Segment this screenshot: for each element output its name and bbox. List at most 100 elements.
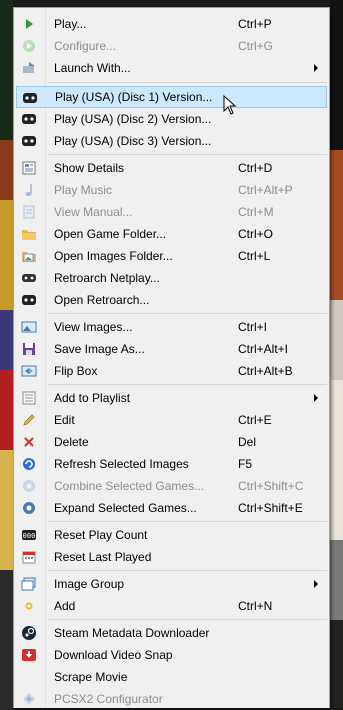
menu-item-label: Reset Last Played [54, 550, 152, 564]
expand-icon [21, 500, 37, 516]
steam-icon [21, 625, 37, 641]
menu-item-play-music[interactable]: Play Music Ctrl+Alt+P [16, 179, 327, 201]
menu-item-label: Launch With... [54, 61, 131, 75]
menu-separator [48, 82, 327, 83]
menu-item-label: Add to Playlist [54, 391, 131, 405]
details-icon [21, 160, 37, 176]
menu-item-add[interactable]: Add Ctrl+N [16, 595, 327, 617]
menu-item-play-disc-3[interactable]: Play (USA) (Disc 3) Version... [16, 130, 327, 152]
menu-item-save-image-as[interactable]: Save Image As... Ctrl+Alt+I [16, 338, 327, 360]
menu-separator [48, 384, 327, 385]
menu-item-reset-last-played[interactable]: Reset Last Played [16, 546, 327, 568]
menu-item-open-images-folder[interactable]: Open Images Folder... Ctrl+L [16, 245, 327, 267]
menu-item-download-video-snap[interactable]: Download Video Snap [16, 644, 327, 666]
retroarch-icon [21, 111, 37, 127]
netplay-icon [21, 270, 37, 286]
refresh-icon [21, 456, 37, 472]
menu-item-flip-box[interactable]: Flip Box Ctrl+Alt+B [16, 360, 327, 382]
context-menu: Play... Ctrl+P Configure... Ctrl+G Launc… [13, 7, 330, 708]
svg-text:000: 000 [23, 532, 36, 540]
menu-item-shortcut: Ctrl+Shift+C [238, 479, 304, 493]
menu-item-image-group[interactable]: Image Group [16, 573, 327, 595]
menu-item-shortcut: Ctrl+O [238, 227, 274, 241]
menu-item-label: Play... [54, 17, 87, 31]
menu-item-shortcut: Ctrl+G [238, 39, 274, 53]
menu-separator [48, 570, 327, 571]
menu-item-view-manual[interactable]: View Manual... Ctrl+M [16, 201, 327, 223]
menu-item-scrape-movie[interactable]: Scrape Movie [16, 666, 327, 688]
menu-item-steam-metadata-downloader[interactable]: Steam Metadata Downloader [16, 622, 327, 644]
manual-icon [21, 204, 37, 220]
menu-item-shortcut: Ctrl+L [238, 249, 271, 263]
folder-icon [21, 226, 37, 242]
menu-item-combine-selected-games[interactable]: Combine Selected Games... Ctrl+Shift+C [16, 475, 327, 497]
play-icon [21, 16, 37, 32]
menu-item-label: Open Images Folder... [54, 249, 173, 263]
calendar-icon [21, 549, 37, 565]
menu-item-play-disc-1[interactable]: Play (USA) (Disc 1) Version... [16, 86, 327, 108]
delete-x-icon [21, 434, 37, 450]
menu-item-shortcut: Ctrl+N [238, 599, 273, 613]
menu-item-configure[interactable]: Configure... Ctrl+G [16, 35, 327, 57]
submenu-arrow-icon [314, 580, 318, 588]
menu-item-label: Play (USA) (Disc 3) Version... [54, 134, 212, 148]
menu-item-label: Play (USA) (Disc 1) Version... [55, 90, 213, 104]
menu-item-pcsx2-configurator[interactable]: PCSX2 Configurator [16, 688, 327, 710]
menu-item-play-disc-2[interactable]: Play (USA) (Disc 2) Version... [16, 108, 327, 130]
menu-item-edit[interactable]: Edit Ctrl+E [16, 409, 327, 431]
menu-item-shortcut: Ctrl+Alt+B [238, 364, 293, 378]
menu-item-add-to-playlist[interactable]: Add to Playlist [16, 387, 327, 409]
menu-item-label: Flip Box [54, 364, 98, 378]
menu-item-shortcut: F5 [238, 457, 253, 471]
menu-item-label: Reset Play Count [54, 528, 148, 542]
menu-item-open-game-folder[interactable]: Open Game Folder... Ctrl+O [16, 223, 327, 245]
menu-item-retroarch-netplay[interactable]: Retroarch Netplay... [16, 267, 327, 289]
menu-separator [48, 521, 327, 522]
menu-item-reset-play-count[interactable]: 000 Reset Play Count [16, 524, 327, 546]
menu-item-play[interactable]: Play... Ctrl+P [16, 13, 327, 35]
menu-item-label: Configure... [54, 39, 117, 53]
flip-box-icon [21, 363, 37, 379]
menu-item-label: Add [54, 599, 76, 613]
download-icon [21, 647, 37, 663]
menu-item-delete[interactable]: Delete Del [16, 431, 327, 453]
menu-item-shortcut: Ctrl+P [238, 17, 272, 31]
save-icon [21, 341, 37, 357]
menu-item-label: Image Group [54, 577, 125, 591]
playlist-icon [21, 390, 37, 406]
menu-item-show-details[interactable]: Show Details Ctrl+D [16, 157, 327, 179]
menu-item-shortcut: Ctrl+D [238, 161, 273, 175]
menu-item-shortcut: Ctrl+I [238, 320, 268, 334]
retroarch-icon [22, 90, 38, 106]
menu-item-label: Steam Metadata Downloader [54, 626, 210, 640]
menu-item-view-images[interactable]: View Images... Ctrl+I [16, 316, 327, 338]
menu-item-shortcut: Ctrl+Alt+P [238, 183, 293, 197]
menu-item-label: Play (USA) (Disc 2) Version... [54, 112, 212, 126]
menu-item-open-retroarch[interactable]: Open Retroarch... [16, 289, 327, 311]
menu-item-expand-selected-games[interactable]: Expand Selected Games... Ctrl+Shift+E [16, 497, 327, 519]
menu-separator [48, 619, 327, 620]
menu-item-label: Download Video Snap [54, 648, 173, 662]
menu-item-shortcut: Ctrl+E [238, 413, 272, 427]
image-group-icon [21, 576, 37, 592]
menu-item-label: View Images... [54, 320, 133, 334]
menu-item-label: Refresh Selected Images [54, 457, 189, 471]
menu-item-label: View Manual... [54, 205, 133, 219]
combine-icon [21, 478, 37, 494]
menu-item-shortcut: Ctrl+Alt+I [238, 342, 289, 356]
menu-item-label: Delete [54, 435, 89, 449]
view-images-icon [21, 319, 37, 335]
menu-item-shortcut: Del [238, 435, 257, 449]
menu-item-label: Combine Selected Games... [54, 479, 205, 493]
menu-item-label: Expand Selected Games... [54, 501, 197, 515]
menu-item-refresh-selected-images[interactable]: Refresh Selected Images F5 [16, 453, 327, 475]
images-folder-icon [21, 248, 37, 264]
menu-item-label: Save Image As... [54, 342, 145, 356]
menu-item-label: Open Game Folder... [54, 227, 167, 241]
pcsx2-icon [21, 691, 37, 707]
menu-separator [48, 313, 327, 314]
retroarch-icon [21, 133, 37, 149]
menu-separator [48, 154, 327, 155]
menu-item-label: Open Retroarch... [54, 293, 150, 307]
menu-item-launch-with[interactable]: Launch With... [16, 57, 327, 79]
